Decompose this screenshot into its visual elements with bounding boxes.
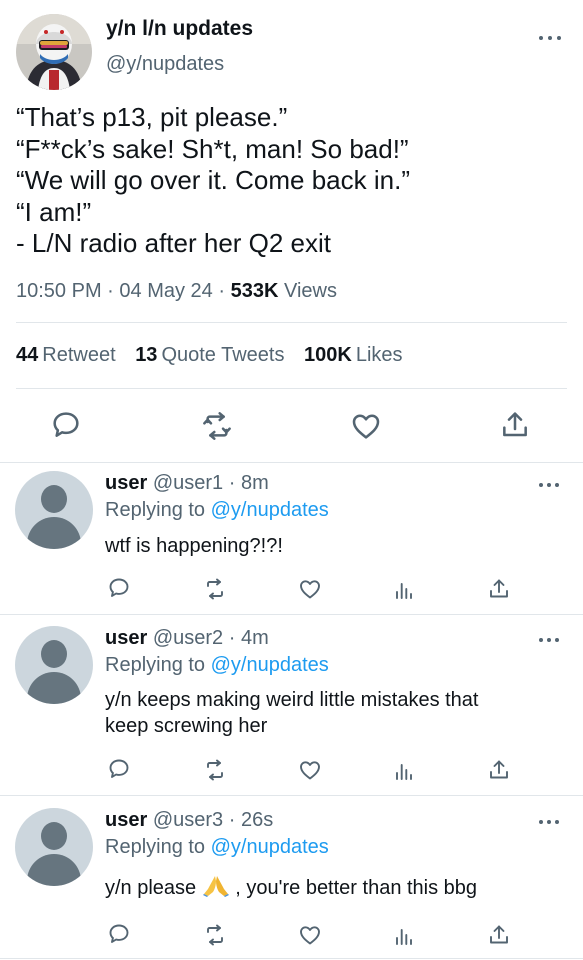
replying-to-link[interactable]: @y/nupdates xyxy=(211,499,329,521)
replying-to-line: Replying to @y/nupdates xyxy=(105,499,329,522)
likes-stat[interactable]: 100K Likes xyxy=(304,344,403,366)
tweet-text-line: - L/N radio after her Q2 exit xyxy=(16,228,332,258)
separator: · xyxy=(218,280,226,302)
reply-avatar[interactable] xyxy=(15,808,93,886)
separator: · xyxy=(107,280,114,302)
reply-time: 26s xyxy=(240,809,274,831)
analytics-icon[interactable] xyxy=(392,578,416,602)
reply-text-line: wtf is happening?!?! xyxy=(105,535,283,557)
reply-header: user @user2 · 4m xyxy=(105,627,269,650)
folded-hands-emoji-icon xyxy=(202,876,229,897)
tweet-time[interactable]: 10:50 PM xyxy=(16,280,102,302)
replying-to-link[interactable]: @y/nupdates xyxy=(211,836,329,858)
retweet-icon[interactable] xyxy=(203,923,227,947)
analytics-icon[interactable] xyxy=(392,924,416,948)
replying-to-label: Replying to xyxy=(105,836,206,858)
reply-time: 8m xyxy=(240,472,269,494)
reply-handle[interactable]: @user2 xyxy=(153,627,223,649)
reply-icon[interactable] xyxy=(107,922,131,946)
engagement-stats: 44 Retweet 13 Quote Tweets 100K Likes xyxy=(16,344,417,367)
separator: · xyxy=(228,627,236,649)
profile-avatar[interactable] xyxy=(16,14,92,90)
divider xyxy=(0,614,583,615)
reply-text: wtf is happening?!?! xyxy=(105,533,545,559)
reply-name[interactable]: user xyxy=(105,472,147,494)
quote-tweets-label: Quote Tweets xyxy=(161,344,285,366)
user-handle[interactable]: @y/nupdates xyxy=(106,53,224,76)
reply-name[interactable]: user xyxy=(105,627,147,649)
reply-text-line: keep screwing her xyxy=(105,715,268,737)
like-heart-icon[interactable] xyxy=(298,758,322,782)
separator: · xyxy=(228,809,236,831)
tweet-text-line: “F**ck’s sake! Sh*t, man! So bad!” xyxy=(16,133,409,164)
retweet-icon[interactable] xyxy=(203,577,227,601)
reply-text: y/n please , you're better than this bbg xyxy=(105,875,545,901)
driver-helmet-photo xyxy=(16,14,92,90)
share-icon[interactable] xyxy=(499,409,531,441)
tweet-text-line: “That’s p13, pit please.” xyxy=(16,102,288,132)
share-icon[interactable] xyxy=(487,923,511,947)
quote-tweets-stat[interactable]: 13 Quote Tweets xyxy=(135,344,284,366)
reply-icon[interactable] xyxy=(107,576,131,600)
reply-name[interactable]: user xyxy=(105,809,147,831)
retweet-icon[interactable] xyxy=(201,410,233,442)
more-options-icon[interactable] xyxy=(539,34,561,42)
like-heart-icon[interactable] xyxy=(298,923,322,947)
divider xyxy=(0,462,583,463)
tweet-text-line: “I am!” xyxy=(16,196,92,227)
analytics-icon[interactable] xyxy=(392,759,416,783)
tweet-text-line: “We will go over it. Come back in.” xyxy=(16,165,410,195)
retweets-stat[interactable]: 44 Retweet xyxy=(16,344,116,366)
views-label: Views xyxy=(283,280,337,302)
display-name[interactable]: y/n l/n updates xyxy=(106,17,253,41)
reply-text: y/n keeps making weird little mistakes t… xyxy=(105,687,545,739)
likes-label: Likes xyxy=(355,344,403,366)
replying-to-label: Replying to xyxy=(105,499,206,521)
reply-text-before-emoji: y/n please xyxy=(105,877,197,899)
tweet-text: “That’s p13, pit please.” “F**ck’s sake!… xyxy=(16,102,556,260)
more-options-icon[interactable] xyxy=(539,636,561,644)
more-options-icon[interactable] xyxy=(539,818,561,826)
reply-header: user @user1 · 8m xyxy=(105,472,269,495)
reply-handle[interactable]: @user1 xyxy=(153,472,223,494)
retweets-count: 44 xyxy=(16,344,39,366)
replying-to-link[interactable]: @y/nupdates xyxy=(211,654,329,676)
reply-icon[interactable] xyxy=(50,409,82,441)
reply-text-after-emoji: , you're better than this bbg xyxy=(235,877,478,899)
divider xyxy=(16,322,567,323)
replying-to-label: Replying to xyxy=(105,654,206,676)
share-icon[interactable] xyxy=(487,577,511,601)
separator: · xyxy=(228,472,236,494)
reply-handle[interactable]: @user3 xyxy=(153,809,223,831)
retweet-icon[interactable] xyxy=(203,758,227,782)
tweet-meta: 10:50 PM · 04 May 24 · 533K Views xyxy=(16,280,337,303)
reply-avatar[interactable] xyxy=(15,626,93,704)
reply-avatar[interactable] xyxy=(15,471,93,549)
reply-icon[interactable] xyxy=(107,757,131,781)
quote-tweets-count: 13 xyxy=(135,344,158,366)
divider xyxy=(0,958,583,959)
more-options-icon[interactable] xyxy=(539,481,561,489)
reply-header: user @user3 · 26s xyxy=(105,809,273,832)
replying-to-line: Replying to @y/nupdates xyxy=(105,836,329,859)
divider xyxy=(16,388,567,389)
retweets-label: Retweet xyxy=(42,344,116,366)
tweet-date[interactable]: 04 May 24 xyxy=(119,280,212,302)
like-heart-icon[interactable] xyxy=(298,577,322,601)
likes-count: 100K xyxy=(304,344,352,366)
replying-to-line: Replying to @y/nupdates xyxy=(105,654,329,677)
like-heart-icon[interactable] xyxy=(350,410,382,442)
divider xyxy=(0,795,583,796)
reply-time: 4m xyxy=(240,627,269,649)
share-icon[interactable] xyxy=(487,758,511,782)
reply-text-line: y/n keeps making weird little mistakes t… xyxy=(105,689,479,711)
views-count: 533K xyxy=(230,280,279,302)
